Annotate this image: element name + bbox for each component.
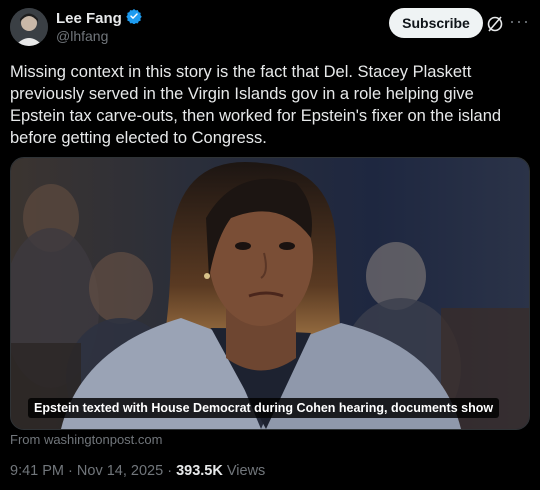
news-photo xyxy=(11,158,529,429)
views-count: 393.5K xyxy=(176,463,223,479)
tweet-date[interactable]: Nov 14, 2025 xyxy=(77,463,163,479)
card-caption: Epstein texted with House Democrat durin… xyxy=(28,398,500,418)
grok-icon[interactable] xyxy=(486,15,504,33)
author-handle[interactable]: @lhfang xyxy=(56,28,108,44)
tweet-header: Lee Fang @lhfang Subscribe ··· xyxy=(10,6,540,50)
separator: · xyxy=(68,463,73,479)
verified-badge-icon xyxy=(126,8,142,29)
more-icon[interactable]: ··· xyxy=(509,12,530,30)
avatar[interactable] xyxy=(10,8,48,46)
subscribe-button[interactable]: Subscribe xyxy=(389,8,483,38)
tweet-meta: 9:41 PM · Nov 14, 2025 · 393.5K Views xyxy=(10,463,265,479)
views-label: Views xyxy=(226,463,266,479)
tweet-text: Missing context in this story is the fac… xyxy=(10,63,502,147)
author-name[interactable]: Lee Fang xyxy=(56,10,122,27)
tweet-time[interactable]: 9:41 PM xyxy=(10,463,64,479)
card-source[interactable]: From washingtonpost.com xyxy=(10,432,162,447)
link-card-image[interactable]: Epstein texted with House Democrat durin… xyxy=(10,157,530,430)
separator: · xyxy=(167,463,173,479)
